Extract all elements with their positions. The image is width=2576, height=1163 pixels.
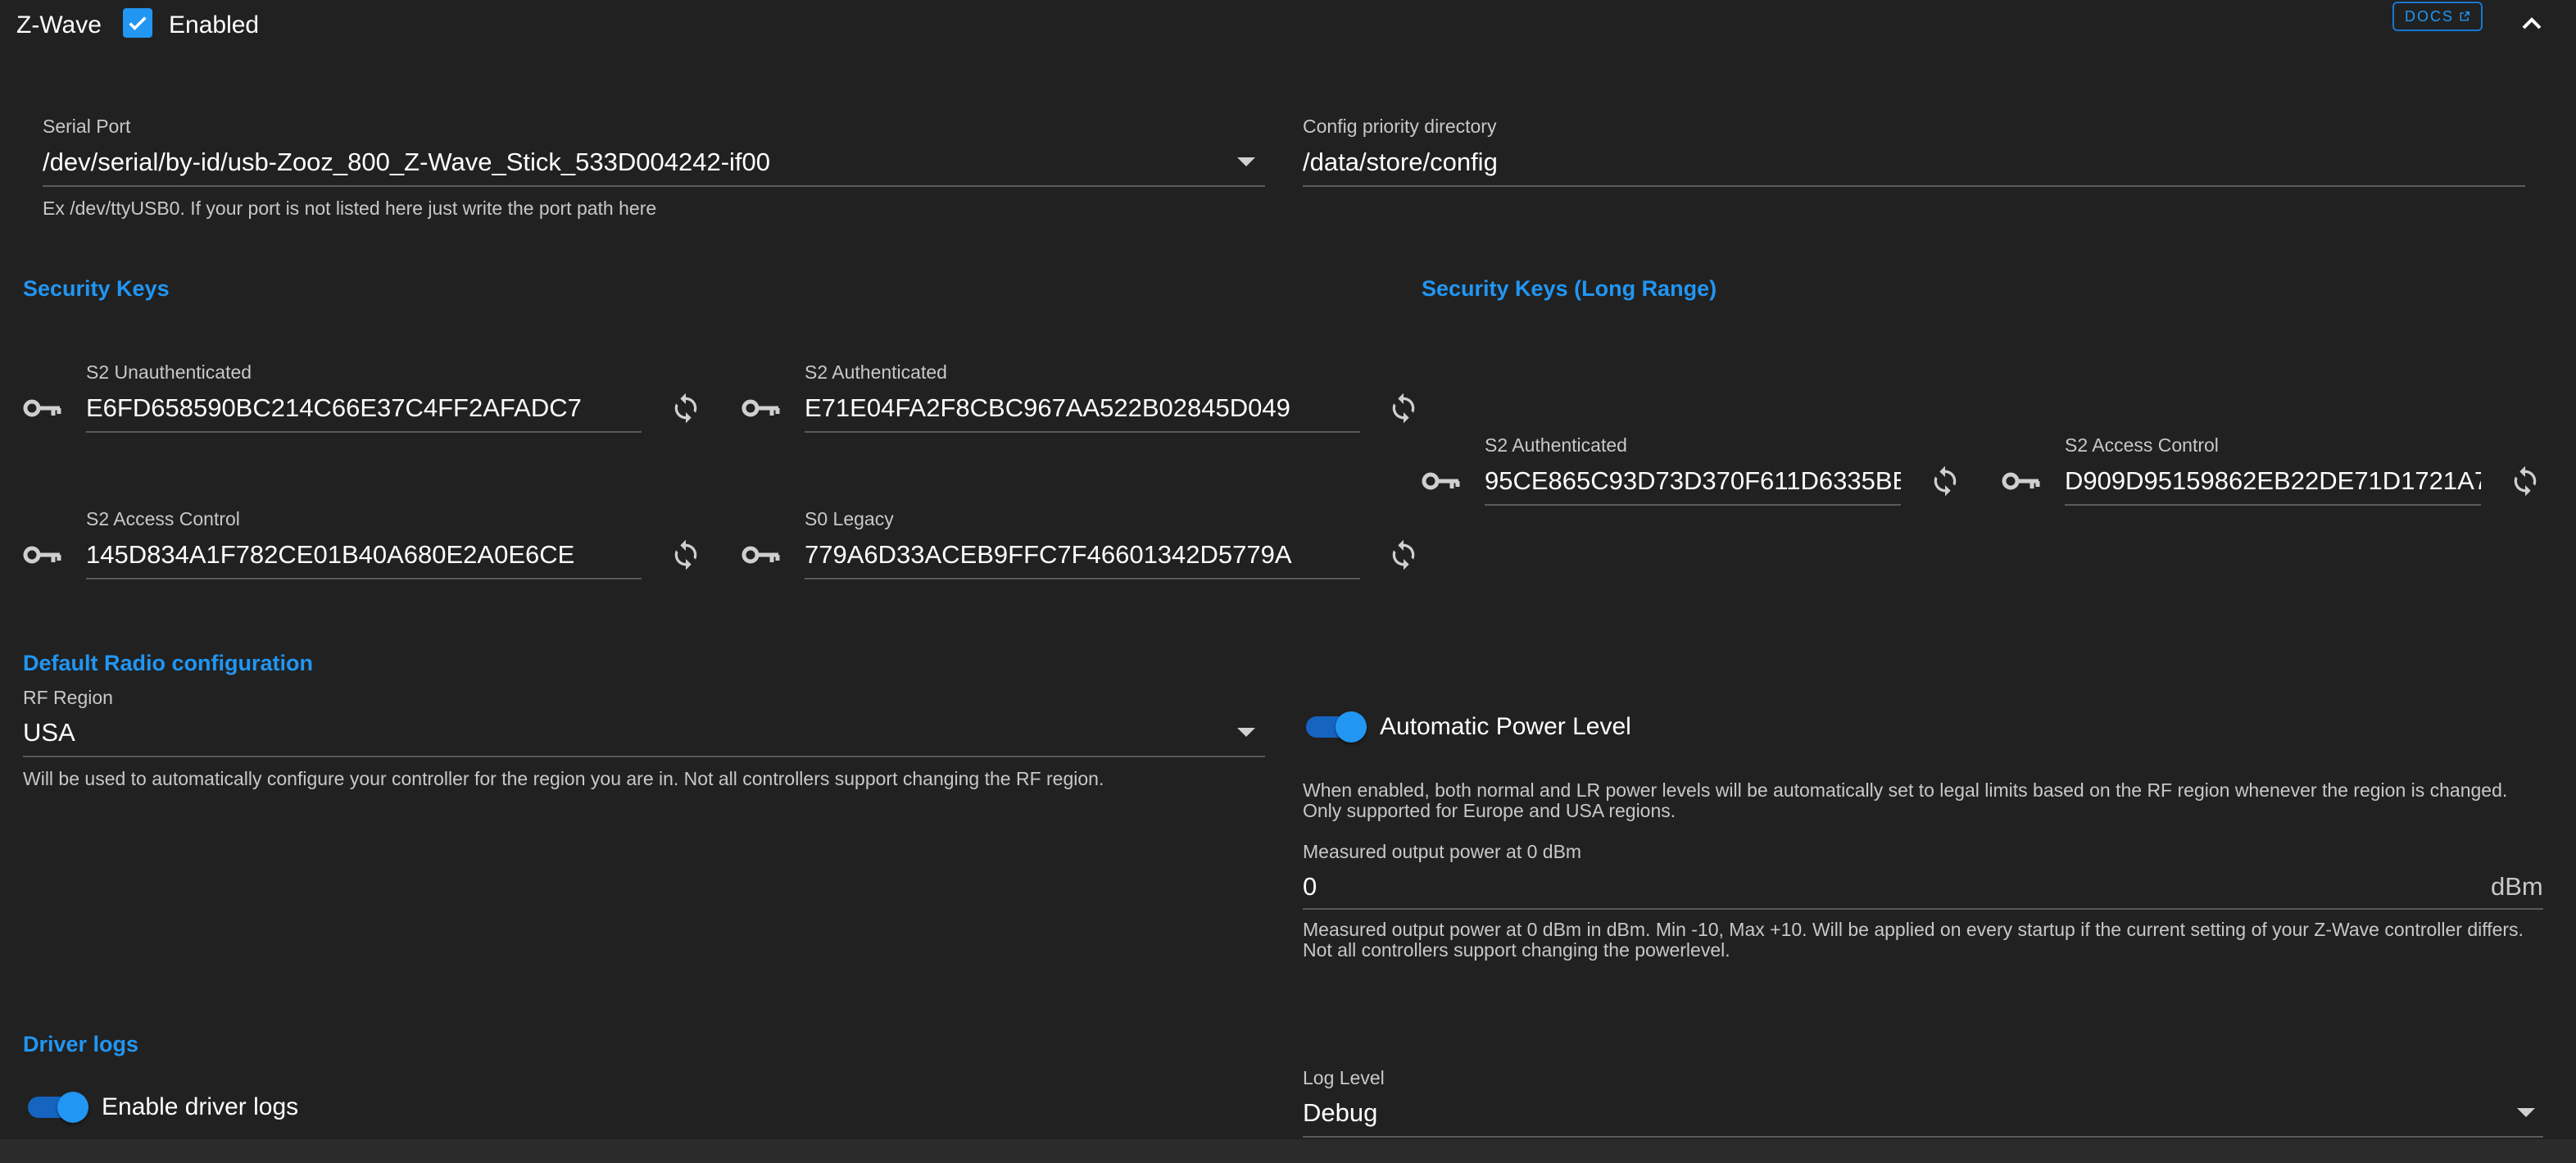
refresh-icon[interactable] — [669, 538, 702, 571]
serial-port-label: Serial Port — [43, 116, 131, 137]
measured-power-unit: dBm — [2491, 872, 2543, 901]
key-icon — [742, 399, 780, 417]
refresh-icon[interactable] — [1387, 392, 1420, 425]
lr-s2-access-input[interactable]: D909D95159862EB22DE71D1721A7C — [2065, 466, 2481, 496]
config-dir-underline — [1303, 185, 2525, 187]
enabled-checkbox[interactable] — [123, 8, 152, 38]
config-dir-input[interactable]: /data/store/config — [1303, 148, 2524, 177]
log-level-label: Log Level — [1303, 1067, 1385, 1088]
s2-access-underline — [86, 578, 642, 579]
auto-power-hint: When enabled, both normal and LR power l… — [1303, 779, 2508, 821]
lr-s2-auth-underline — [1485, 504, 1901, 506]
dropdown-arrow-icon[interactable] — [1237, 157, 1255, 166]
security-keys-lr-title: Security Keys (Long Range) — [1422, 276, 1717, 301]
s0-legacy-label: S0 Legacy — [805, 508, 894, 529]
serial-port-hint: Ex /dev/ttyUSB0. If your port is not lis… — [43, 198, 657, 219]
s2-auth-input[interactable]: E71E04FA2F8CBC967AA522B02845D049 — [805, 393, 1358, 423]
refresh-icon[interactable] — [669, 392, 702, 425]
refresh-icon[interactable] — [1929, 465, 1961, 497]
s0-legacy-underline — [805, 578, 1360, 579]
radio-config-title: Default Radio configuration — [23, 651, 313, 675]
check-icon — [129, 16, 147, 30]
rf-region-select[interactable]: USA — [23, 718, 1219, 747]
refresh-icon[interactable] — [2509, 465, 2542, 497]
toggle-thumb — [57, 1092, 88, 1123]
serial-port-underline — [43, 185, 1265, 187]
lr-s2-access-underline — [2065, 504, 2481, 506]
toggle-thumb — [1336, 711, 1367, 743]
lr-s2-auth-label: S2 Authenticated — [1485, 434, 1627, 456]
driver-logs-title: Driver logs — [23, 1032, 139, 1056]
key-icon — [1422, 472, 1460, 490]
s2-access-input[interactable]: 145D834A1F782CE01B40A680E2A0E6CE — [86, 540, 640, 570]
bottom-bar — [0, 1139, 2576, 1163]
measured-power-underline — [1303, 908, 2543, 910]
s2-auth-underline — [805, 431, 1360, 433]
key-icon — [23, 399, 61, 417]
key-icon — [2002, 472, 2040, 490]
enable-driver-logs-label: Enable driver logs — [102, 1093, 299, 1120]
key-icon — [23, 546, 61, 564]
s0-legacy-input[interactable]: 779A6D33ACEB9FFC7F46601342D5779A — [805, 540, 1358, 570]
docs-button[interactable]: DOCS — [2392, 2, 2483, 31]
enable-driver-logs-toggle[interactable] — [25, 1090, 90, 1123]
log-level-select[interactable]: Debug — [1303, 1098, 2499, 1128]
refresh-icon[interactable] — [1387, 538, 1420, 571]
s2-unauth-underline — [86, 431, 642, 433]
s2-unauth-label: S2 Unauthenticated — [86, 361, 252, 383]
rf-region-hint: Will be used to automatically configure … — [23, 768, 1104, 789]
dropdown-arrow-icon[interactable] — [2517, 1108, 2535, 1117]
serial-port-select[interactable]: /dev/serial/by-id/usb-Zooz_800_Z-Wave_St… — [43, 148, 1222, 177]
s2-auth-label: S2 Authenticated — [805, 361, 947, 383]
config-dir-label: Config priority directory — [1303, 116, 1497, 137]
docs-label: DOCS — [2404, 7, 2454, 25]
measured-power-input[interactable]: 0 — [1303, 872, 2433, 902]
measured-power-hint: Measured output power at 0 dBm in dBm. M… — [1303, 919, 2524, 961]
s2-access-label: S2 Access Control — [86, 508, 240, 529]
auto-power-toggle[interactable] — [1303, 710, 1368, 743]
dropdown-arrow-icon[interactable] — [1237, 728, 1255, 737]
rf-region-underline — [23, 756, 1265, 757]
chevron-up-icon[interactable] — [2515, 11, 2548, 36]
rf-region-label: RF Region — [23, 687, 113, 708]
key-icon — [742, 546, 780, 564]
external-link-icon — [2460, 11, 2469, 21]
enabled-label: Enabled — [169, 11, 260, 39]
s2-unauth-input[interactable]: E6FD658590BC214C66E37C4FF2AFADC7 — [86, 393, 640, 423]
security-keys-title: Security Keys — [23, 276, 170, 301]
lr-s2-auth-input[interactable]: 95CE865C93D73D370F611D6335BBA — [1485, 466, 1901, 496]
measured-power-label: Measured output power at 0 dBm — [1303, 841, 1582, 862]
log-level-underline — [1303, 1136, 2543, 1138]
section-title-zwave: Z-Wave — [16, 11, 102, 39]
lr-s2-access-label: S2 Access Control — [2065, 434, 2219, 456]
auto-power-label: Automatic Power Level — [1380, 713, 1631, 740]
